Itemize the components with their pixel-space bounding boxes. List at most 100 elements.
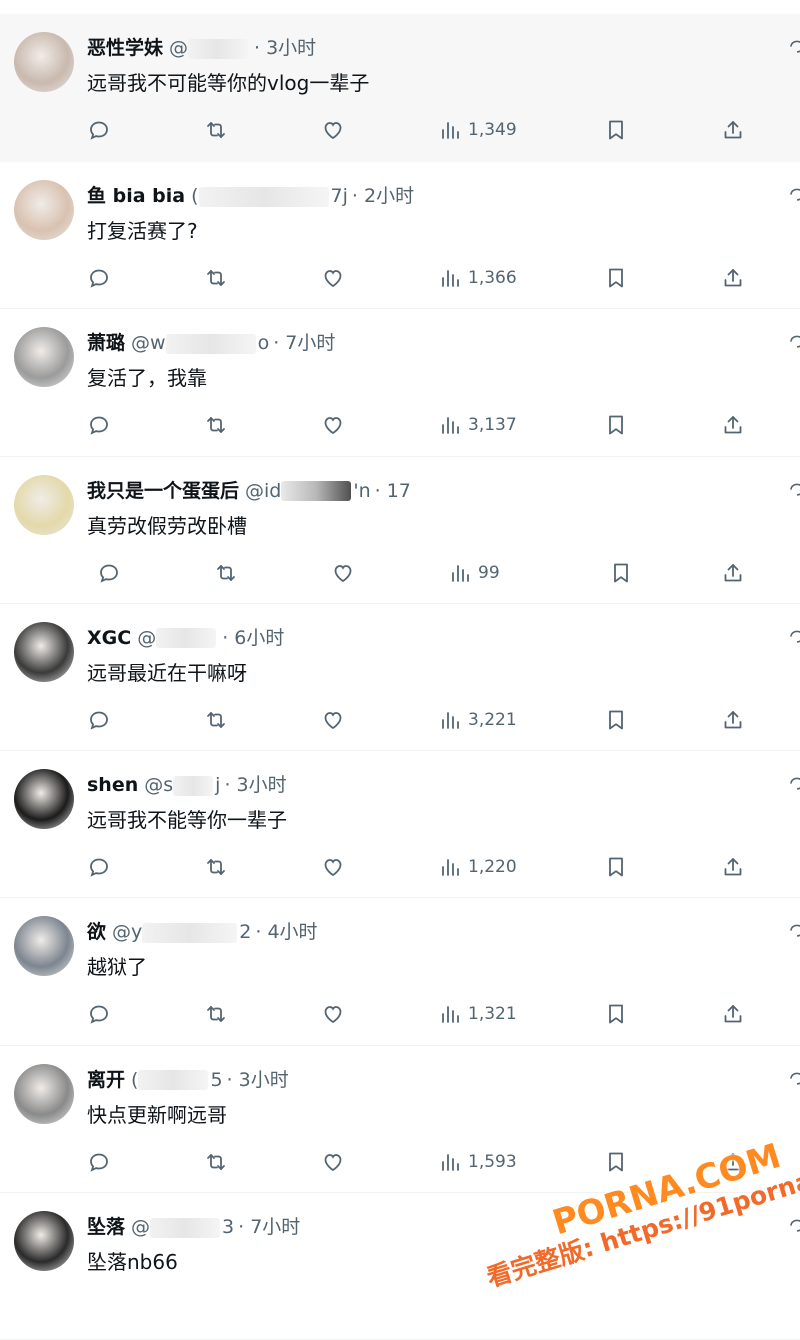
post-time[interactable]: · 3小时 (224, 774, 286, 796)
share-button[interactable] (721, 557, 745, 589)
like-button[interactable] (321, 704, 345, 736)
more-icon[interactable] (788, 333, 800, 351)
views-button[interactable]: 1,321 (438, 998, 517, 1030)
reply-button[interactable] (87, 262, 111, 294)
more-icon[interactable] (788, 186, 800, 204)
share-button[interactable] (721, 851, 745, 883)
post-time[interactable]: · 7小时 (273, 332, 335, 354)
post-time[interactable]: · 3小时 (254, 37, 316, 59)
user-name[interactable]: 我只是一个蛋蛋后 (87, 480, 239, 502)
avatar[interactable] (14, 327, 74, 388)
reply-item[interactable]: 坠落 @3 · 7小时 坠落nb66 (0, 1193, 800, 1340)
user-name[interactable]: shen (87, 774, 138, 796)
like-button[interactable] (321, 409, 345, 441)
more-icon[interactable] (788, 1070, 800, 1088)
bookmark-button[interactable] (604, 704, 628, 736)
avatar[interactable] (14, 621, 74, 682)
like-button[interactable] (321, 262, 345, 294)
bookmark-button[interactable] (604, 1146, 628, 1178)
reply-item[interactable]: XGC @ · 6小时 远哥最近在干嘛呀 3,221 (0, 603, 800, 752)
views-button[interactable]: 1,349 (438, 114, 517, 146)
user-handle-prefix[interactable]: @ (169, 37, 188, 59)
reply-button[interactable] (87, 704, 111, 736)
repost-button[interactable] (204, 409, 228, 441)
views-button[interactable]: 3,221 (438, 704, 517, 736)
share-button[interactable] (721, 262, 745, 294)
avatar[interactable] (14, 1211, 74, 1272)
like-button[interactable] (331, 557, 355, 589)
reply-item[interactable]: 鱼 bia bia (7j · 2小时 打复活赛了? 1,366 (0, 162, 800, 310)
reply-button[interactable] (87, 851, 111, 883)
user-name[interactable]: XGC (87, 627, 131, 649)
views-button[interactable]: 1,366 (438, 262, 517, 294)
share-button[interactable] (721, 409, 745, 441)
user-handle-prefix[interactable]: @y (112, 921, 142, 943)
reply-item[interactable]: 萧璐 @w o · 7小时 复活了，我靠 3,137 (0, 309, 800, 457)
more-icon[interactable] (788, 1217, 800, 1235)
post-time[interactable]: · 2小时 (352, 185, 414, 207)
share-button[interactable] (721, 114, 745, 146)
user-handle-prefix[interactable]: @s (144, 774, 173, 796)
user-handle-prefix[interactable]: ( (191, 185, 198, 207)
repost-button[interactable] (204, 704, 228, 736)
repost-button[interactable] (204, 1146, 228, 1178)
user-handle-prefix[interactable]: @ (137, 627, 156, 649)
avatar[interactable] (14, 180, 74, 240)
like-button[interactable] (321, 1146, 345, 1178)
reply-button[interactable] (87, 1146, 111, 1178)
like-button[interactable] (321, 998, 345, 1030)
bookmark-button[interactable] (604, 114, 628, 146)
user-name[interactable]: 欲 (87, 921, 106, 943)
views-button[interactable]: 99 (448, 557, 500, 589)
share-button[interactable] (721, 1146, 745, 1178)
more-icon[interactable] (788, 775, 800, 793)
bookmark-button[interactable] (604, 998, 628, 1030)
user-name[interactable]: 离开 (87, 1069, 125, 1091)
more-icon[interactable] (788, 922, 800, 940)
reply-button[interactable] (87, 409, 111, 441)
user-handle-prefix[interactable]: @id (245, 480, 281, 502)
avatar[interactable] (14, 474, 74, 535)
reply-button[interactable] (87, 998, 111, 1030)
post-time[interactable]: · 17 (375, 480, 411, 502)
user-name[interactable]: 萧璐 (87, 332, 125, 354)
reply-item[interactable]: 离开 (5 · 3小时 快点更新啊远哥 1,593 (0, 1045, 800, 1194)
user-name[interactable]: 恶性学妹 (87, 37, 163, 59)
share-button[interactable] (721, 998, 745, 1030)
bookmark-button[interactable] (604, 851, 628, 883)
post-time[interactable]: · 7小时 (238, 1216, 300, 1238)
more-icon[interactable] (788, 481, 800, 499)
more-icon[interactable] (788, 628, 800, 646)
views-button[interactable]: 1,220 (438, 851, 517, 883)
reply-button[interactable] (97, 557, 121, 589)
user-handle-prefix[interactable]: ( (131, 1069, 138, 1091)
user-handle-prefix[interactable]: @w (131, 332, 166, 354)
repost-button[interactable] (204, 998, 228, 1030)
repost-button[interactable] (204, 262, 228, 294)
repost-button[interactable] (204, 851, 228, 883)
repost-button[interactable] (214, 557, 238, 589)
user-name[interactable]: 鱼 bia bia (87, 185, 185, 207)
avatar[interactable] (14, 32, 74, 92)
repost-button[interactable] (204, 114, 228, 146)
bookmark-button[interactable] (604, 409, 628, 441)
avatar[interactable] (14, 769, 74, 830)
avatar[interactable] (14, 916, 74, 977)
bookmark-button[interactable] (609, 557, 633, 589)
reply-item[interactable]: 欲 @y 2 · 4小时 越狱了 1,321 (0, 898, 800, 1046)
share-button[interactable] (721, 704, 745, 736)
reply-item[interactable]: 我只是一个蛋蛋后 @id 'n · 17 真劳改假劳改卧槽 99 (0, 456, 800, 604)
user-name[interactable]: 坠落 (87, 1216, 125, 1238)
reply-item[interactable]: 恶性学妹 @ · 3小时 远哥我不可能等你的vlog一辈子 1,349 (0, 14, 800, 162)
like-button[interactable] (321, 114, 345, 146)
like-button[interactable] (321, 851, 345, 883)
avatar[interactable] (14, 1063, 74, 1124)
post-time[interactable]: · 4小时 (255, 921, 317, 943)
post-time[interactable]: · 3小时 (227, 1069, 289, 1091)
views-button[interactable]: 3,137 (438, 409, 517, 441)
views-button[interactable]: 1,593 (438, 1146, 517, 1178)
bookmark-button[interactable] (604, 262, 628, 294)
more-icon[interactable] (788, 38, 800, 56)
post-time[interactable]: · 6小时 (222, 627, 284, 649)
reply-button[interactable] (87, 114, 111, 146)
